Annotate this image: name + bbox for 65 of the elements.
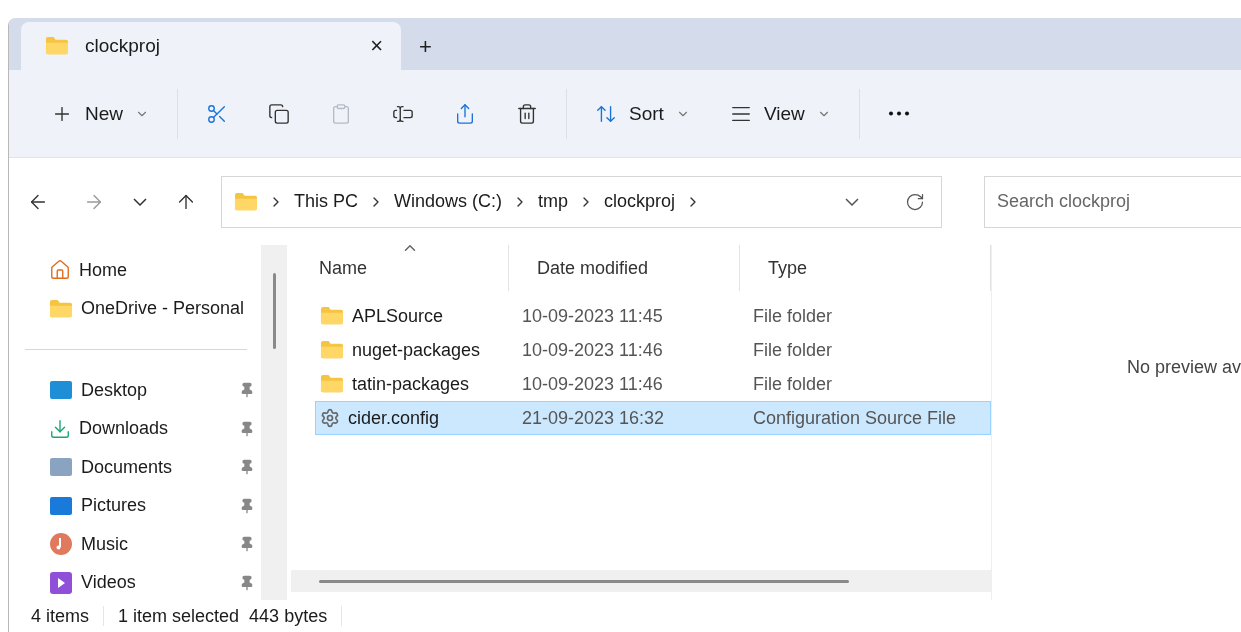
selection-size: 443 bytes — [249, 605, 328, 627]
file-row[interactable]: nuget-packages 10-09-2023 11:46 File folder — [315, 333, 991, 367]
file-row[interactable]: cider.config 21-09-2023 16:32 Configuration Source File — [315, 401, 991, 435]
home-icon — [49, 259, 71, 282]
date-cell-text: 10-09-2023 11:45 — [522, 305, 664, 327]
item-count: 4 items — [31, 605, 90, 627]
column-header[interactable]: Date modified — [509, 245, 740, 291]
chevron-down-icon — [133, 197, 147, 206]
type-cell-text: File folder — [753, 373, 834, 395]
sidebar-item[interactable]: Desktop — [9, 371, 261, 410]
sidebar-item[interactable]: Home — [9, 251, 261, 290]
share-icon — [454, 102, 476, 125]
sidebar-item[interactable]: Videos — [9, 563, 261, 602]
file-row[interactable]: tatin-packages 10-09-2023 11:46 File folder — [315, 367, 991, 401]
type-cell-text: Configuration Source File — [753, 407, 958, 429]
breadcrumb[interactable]: clockproj — [604, 191, 676, 212]
breadcrumb[interactable]: tmp — [538, 191, 569, 212]
sidebar-item[interactable]: Music — [9, 525, 261, 564]
copy-icon — [268, 102, 290, 125]
address-bar[interactable]: This PC Windows (C:) tmp clockproj — [221, 175, 942, 228]
refresh-icon — [905, 191, 925, 212]
close-tab-button[interactable]: × — [366, 31, 387, 61]
sort-button[interactable]: Sort — [583, 91, 702, 136]
date-cell-text: 21-09-2023 16:32 — [522, 407, 666, 429]
folder-icon — [320, 340, 344, 360]
scissors-icon — [206, 102, 228, 125]
column-header[interactable]: Type — [740, 245, 991, 291]
horizontal-scrollbar[interactable] — [291, 570, 991, 592]
sidebar-item[interactable]: Documents — [9, 448, 261, 487]
scrollbar[interactable] — [261, 245, 287, 600]
tab[interactable]: clockproj × — [21, 22, 401, 70]
file-name: tatin-packages — [352, 373, 470, 395]
clipboard-icon — [330, 102, 352, 125]
folder-icon — [49, 299, 73, 319]
preview-message: No preview av — [1126, 357, 1241, 378]
file-name: nuget-packages — [352, 339, 481, 361]
folder-icon — [45, 36, 69, 56]
new-tab-button[interactable]: + — [415, 32, 436, 62]
folder-icon — [234, 191, 258, 212]
breadcrumb[interactable]: Windows (C:) — [394, 191, 503, 212]
view-button[interactable]: View — [717, 91, 843, 136]
trash-icon — [516, 102, 538, 125]
folder-icon — [320, 306, 344, 326]
type-cell-text: File folder — [753, 339, 834, 361]
folder-icon — [320, 374, 344, 394]
download-icon — [49, 417, 71, 440]
video-icon — [49, 570, 73, 595]
file-name: cider.config — [348, 407, 440, 429]
date-cell-text: 10-09-2023 11:46 — [522, 373, 664, 395]
file-name: APLSource — [352, 305, 444, 327]
sidebar-item[interactable]: OneDrive - Personal — [9, 289, 261, 328]
sidebar-item[interactable]: Pictures — [9, 486, 261, 525]
more-icon — [887, 111, 910, 116]
search-field[interactable]: Search clockproj — [984, 175, 1241, 228]
column-header[interactable]: Name — [291, 245, 509, 291]
date-cell-text: 10-09-2023 11:46 — [522, 339, 664, 361]
file-row[interactable]: APLSource 10-09-2023 11:45 File folder — [315, 299, 991, 333]
chevron-down-icon — [845, 197, 859, 206]
new-button[interactable]: New — [39, 91, 161, 136]
sidebar-item[interactable]: Downloads — [9, 409, 261, 448]
type-cell-text: File folder — [753, 305, 834, 327]
selection-count: 1 item selected — [118, 605, 240, 627]
music-icon — [49, 532, 73, 557]
breadcrumb[interactable]: This PC — [294, 191, 358, 212]
tab-title: clockproj — [85, 35, 161, 57]
